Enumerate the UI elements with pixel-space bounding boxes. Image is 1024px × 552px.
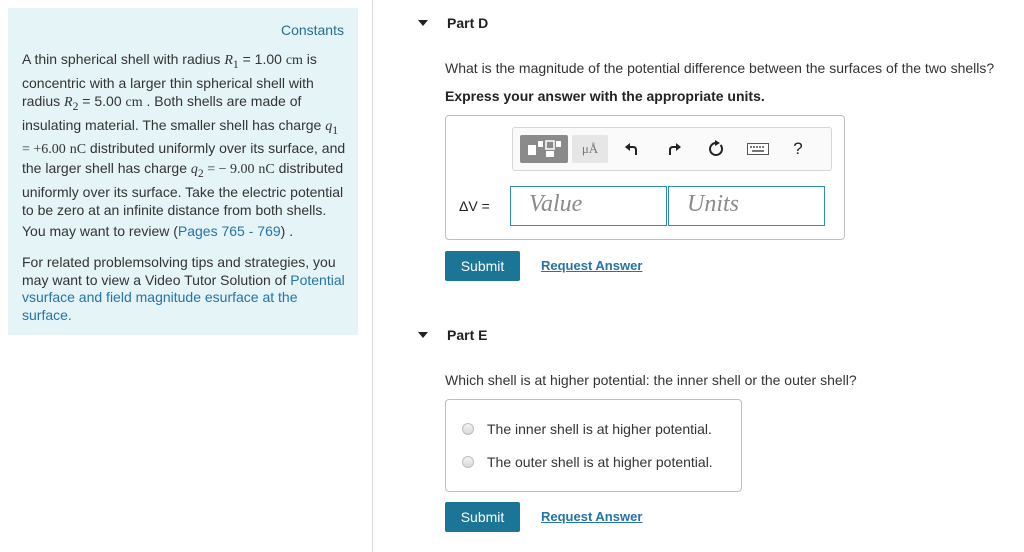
templates-button[interactable] bbox=[520, 135, 568, 163]
choice-inner-shell[interactable]: The inner shell is at higher potential. bbox=[462, 421, 712, 437]
review-prefix: You may want to review ( bbox=[22, 223, 178, 239]
symbol-q: q bbox=[190, 162, 198, 178]
keyboard-button[interactable] bbox=[745, 135, 771, 163]
choice-outer-shell[interactable]: The outer shell is at higher potential. bbox=[462, 454, 713, 470]
review-pages-link[interactable]: Pages 765 - 769 bbox=[178, 223, 281, 239]
math-toolbar: μÅ ? bbox=[512, 127, 832, 171]
unit: nC bbox=[69, 142, 87, 158]
units-button-label: μÅ bbox=[581, 141, 599, 156]
units-placeholder: Units bbox=[687, 191, 740, 217]
radio-button[interactable] bbox=[462, 423, 474, 435]
answer-choices: The inner shell is at higher potential. … bbox=[445, 399, 742, 492]
value: = 5.00 bbox=[78, 92, 122, 109]
unit: cm bbox=[125, 94, 143, 110]
part-d-submit-button[interactable]: Submit bbox=[445, 251, 520, 281]
help-icon: ? bbox=[793, 139, 803, 158]
column-divider bbox=[372, 0, 373, 552]
value: = +6.00 bbox=[22, 142, 66, 158]
part-e-question: Which shell is at higher potential: the … bbox=[445, 372, 857, 388]
value-input[interactable]: Value bbox=[510, 186, 667, 226]
part-e-request-answer-link[interactable]: Request Answer bbox=[541, 509, 642, 524]
units-button[interactable]: μÅ bbox=[572, 135, 608, 163]
part-e-submit-button[interactable]: Submit bbox=[445, 502, 520, 532]
part-d-collapse-icon[interactable] bbox=[418, 20, 428, 26]
value-placeholder: Value bbox=[529, 191, 583, 217]
constants-title[interactable]: Constants bbox=[281, 22, 344, 38]
reset-button[interactable] bbox=[704, 135, 728, 163]
part-e-collapse-icon[interactable] bbox=[418, 332, 428, 338]
unit: nC bbox=[258, 162, 275, 178]
delta-v-label: ΔV = bbox=[459, 198, 490, 214]
part-d-instruction: Express your answer with the appropriate… bbox=[445, 88, 765, 104]
symbol-r: R bbox=[224, 53, 233, 68]
unit: cm bbox=[285, 53, 303, 68]
part-e-title[interactable]: Part E bbox=[447, 327, 487, 343]
constants-panel: Constants A thin spherical shell with ra… bbox=[8, 8, 358, 335]
tips-text: For related problemsolving tips and stra… bbox=[22, 254, 336, 288]
radio-button[interactable] bbox=[462, 456, 474, 468]
part-d-question: What is the magnitude of the potential d… bbox=[445, 60, 995, 76]
problem-text: A thin spherical shell with radius bbox=[22, 51, 225, 67]
review-suffix: ) . bbox=[280, 223, 294, 239]
value: = − 9.00 bbox=[203, 162, 255, 178]
review-line: You may want to review (Pages 765 - 769)… bbox=[22, 222, 293, 240]
tips-paragraph: For related problemsolving tips and stra… bbox=[22, 254, 346, 324]
part-d-title[interactable]: Part D bbox=[447, 15, 488, 31]
undo-icon bbox=[625, 143, 637, 155]
value: = 1.00 bbox=[238, 51, 282, 67]
redo-icon bbox=[669, 143, 681, 155]
units-input[interactable]: Units bbox=[668, 186, 825, 226]
keyboard-icon bbox=[747, 143, 769, 155]
symbol-r: R bbox=[64, 94, 73, 110]
reset-icon bbox=[709, 140, 724, 156]
choice-label: The inner shell is at higher potential. bbox=[487, 421, 712, 437]
answer-box: μÅ ? ΔV = Value Units bbox=[445, 115, 845, 240]
undo-button[interactable] bbox=[621, 135, 643, 163]
templates-icon bbox=[528, 140, 561, 157]
problem-statement: A thin spherical shell with radius R 1 = … bbox=[22, 50, 346, 219]
redo-button[interactable] bbox=[663, 135, 685, 163]
subscript: 1 bbox=[332, 123, 339, 137]
help-button[interactable]: ? bbox=[789, 135, 807, 163]
part-d-request-answer-link[interactable]: Request Answer bbox=[541, 258, 642, 273]
choice-label: The outer shell is at higher potential. bbox=[487, 454, 713, 470]
